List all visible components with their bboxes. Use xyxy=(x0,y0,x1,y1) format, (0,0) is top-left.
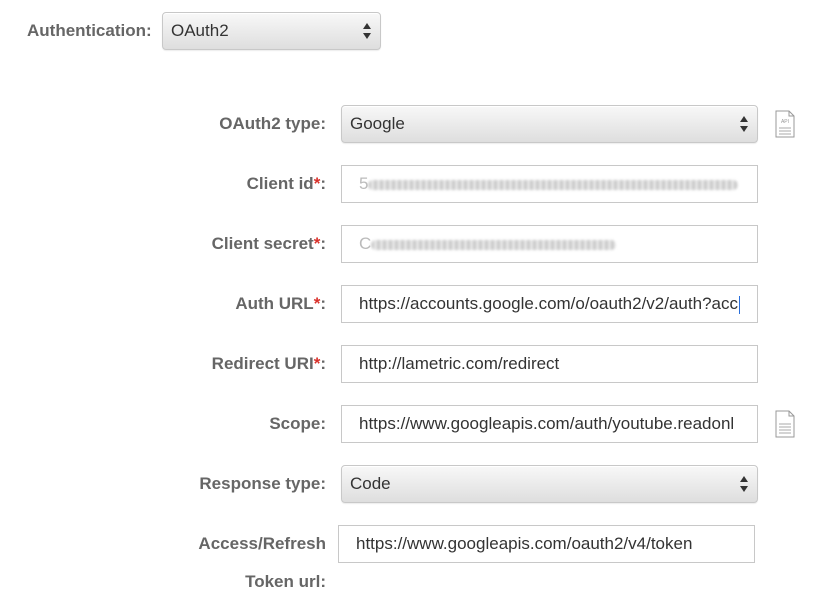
label-colon: : xyxy=(320,234,326,253)
auth-url-label-text: Auth URL xyxy=(235,294,314,313)
client-secret-label: Client secret*: xyxy=(212,234,326,254)
label-colon: : xyxy=(320,354,326,373)
oauth2-type-label: OAuth2 type: xyxy=(219,114,326,133)
client-secret-value: C xyxy=(359,234,372,253)
client-id-label: Client id*: xyxy=(247,174,326,194)
scope-input[interactable]: https://www.googleapis.com/auth/youtube.… xyxy=(341,405,758,443)
redacted-blur xyxy=(371,239,617,250)
response-type-select[interactable]: Code xyxy=(341,465,758,503)
token-url-label-line1: Access/Refresh xyxy=(198,534,326,553)
response-type-select-value: Code xyxy=(350,474,391,493)
redirect-uri-label-text: Redirect URI xyxy=(211,354,314,373)
authentication-select-value: OAuth2 xyxy=(171,21,229,40)
scope-value: https://www.googleapis.com/auth/youtube.… xyxy=(359,414,735,433)
text-cursor xyxy=(738,295,740,314)
select-arrows-icon xyxy=(740,476,748,492)
client-id-label-text: Client id xyxy=(246,174,314,193)
auth-url-value: https://accounts.google.com/o/oauth2/v2/… xyxy=(359,294,738,313)
api-doc-icon[interactable]: API xyxy=(775,110,795,138)
oauth2-type-select[interactable]: Google xyxy=(341,105,758,143)
svg-text:API: API xyxy=(781,119,789,125)
select-arrows-icon xyxy=(740,116,748,132)
redirect-uri-value: http://lametric.com/redirect xyxy=(359,354,560,373)
authentication-select[interactable]: OAuth2 xyxy=(162,12,381,50)
client-id-value: 5 xyxy=(359,174,369,193)
client-secret-input[interactable]: C xyxy=(341,225,758,263)
token-url-value: https://www.googleapis.com/oauth2/v4/tok… xyxy=(356,534,693,553)
scope-label: Scope: xyxy=(269,414,326,433)
authentication-label: Authentication: xyxy=(27,21,152,40)
token-url-label-line2: Token url: xyxy=(245,572,326,591)
label-colon: : xyxy=(320,294,326,313)
oauth2-type-select-value: Google xyxy=(350,114,405,133)
label-colon: : xyxy=(320,174,326,193)
client-secret-label-text: Client secret xyxy=(211,234,314,253)
redacted-blur xyxy=(368,179,739,190)
redirect-uri-input[interactable]: http://lametric.com/redirect xyxy=(341,345,758,383)
auth-url-label: Auth URL*: xyxy=(235,294,326,314)
doc-icon[interactable] xyxy=(775,410,795,438)
select-arrows-icon xyxy=(363,23,371,39)
auth-url-input[interactable]: https://accounts.google.com/o/oauth2/v2/… xyxy=(341,285,758,323)
response-type-label: Response type: xyxy=(199,474,326,493)
token-url-input[interactable]: https://www.googleapis.com/oauth2/v4/tok… xyxy=(338,525,755,563)
client-id-input[interactable]: 5 xyxy=(341,165,758,203)
redirect-uri-label: Redirect URI*: xyxy=(212,354,326,374)
